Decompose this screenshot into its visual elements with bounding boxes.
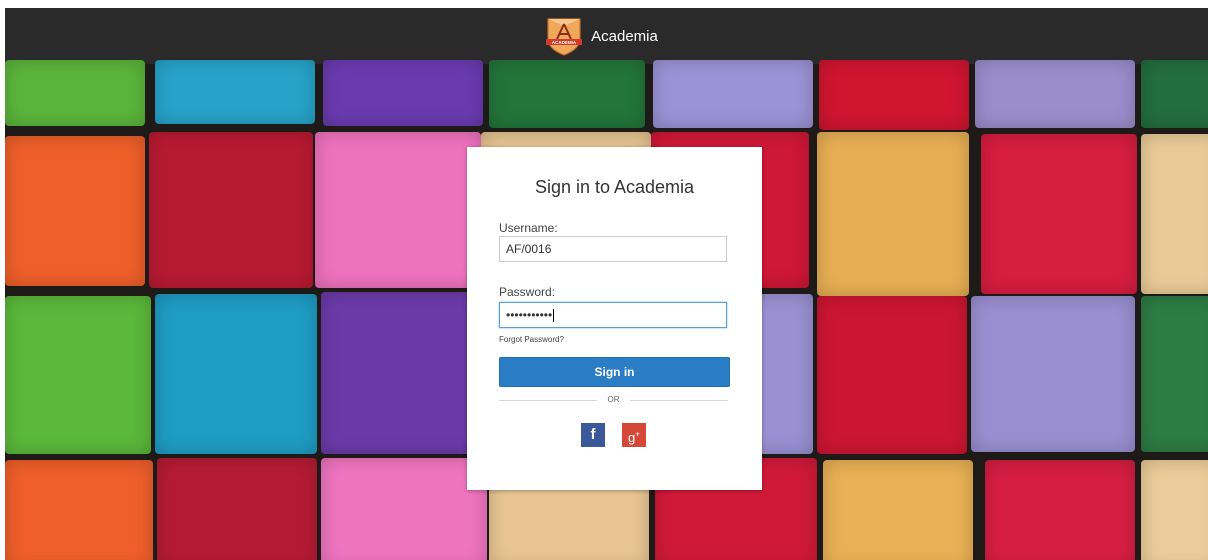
chalk-block	[315, 132, 481, 288]
chalk-block	[1141, 134, 1208, 294]
password-value: •••••••••••	[506, 308, 553, 322]
username-label: Username:	[499, 221, 558, 235]
chalk-block	[323, 60, 483, 126]
text-caret	[553, 309, 555, 323]
or-label: OR	[607, 395, 620, 404]
chalk-block	[817, 132, 969, 296]
sign-in-button[interactable]: Sign in	[499, 357, 730, 387]
chalk-block	[1141, 60, 1208, 128]
chalk-block	[155, 60, 315, 124]
chalk-block	[971, 296, 1135, 452]
chalk-block	[1141, 460, 1208, 560]
facebook-icon: f	[590, 426, 596, 443]
app-window: ACADEMIA Academia Sign in to Academia Us…	[5, 8, 1208, 560]
chalk-block	[975, 60, 1135, 128]
username-value: AF/0016	[506, 242, 552, 256]
chalk-block	[157, 458, 317, 560]
plus-glyph: +	[635, 430, 640, 439]
brand[interactable]: ACADEMIA Academia	[545, 16, 658, 56]
logo-text: ACADEMIA	[552, 40, 577, 45]
academia-shield-logo-icon: ACADEMIA	[546, 18, 583, 56]
app-title: Academia	[591, 27, 658, 45]
chalk-block	[321, 458, 487, 560]
login-card: Sign in to Academia Username: AF/0016 Pa…	[467, 147, 762, 490]
chalk-block	[321, 292, 485, 454]
password-input[interactable]: •••••••••••	[499, 302, 727, 328]
top-navbar: ACADEMIA Academia	[5, 8, 1208, 64]
password-label: Password:	[499, 285, 556, 299]
chalk-block	[819, 60, 969, 130]
chalk-block	[489, 60, 645, 128]
chalk-block	[823, 460, 973, 560]
login-title: Sign in to Academia	[534, 177, 695, 197]
chalk-block	[653, 60, 813, 128]
chalk-block	[985, 460, 1135, 560]
username-input[interactable]: AF/0016	[499, 236, 727, 262]
chalk-block	[5, 460, 153, 560]
chalk-block	[1141, 296, 1208, 452]
chalk-block	[5, 296, 151, 454]
chalk-block	[5, 60, 145, 126]
or-divider: OR	[499, 394, 728, 406]
chalk-block	[149, 132, 313, 288]
chalk-block	[817, 296, 967, 454]
chalk-block	[981, 134, 1137, 294]
chalk-block	[5, 136, 145, 286]
google-plus-icon: g+	[628, 430, 640, 445]
google-plus-login-button[interactable]: g+	[622, 423, 646, 447]
facebook-login-button[interactable]: f	[581, 423, 605, 447]
forgot-password-link[interactable]: Forgot Password?	[499, 335, 564, 344]
chalk-block	[155, 294, 317, 454]
